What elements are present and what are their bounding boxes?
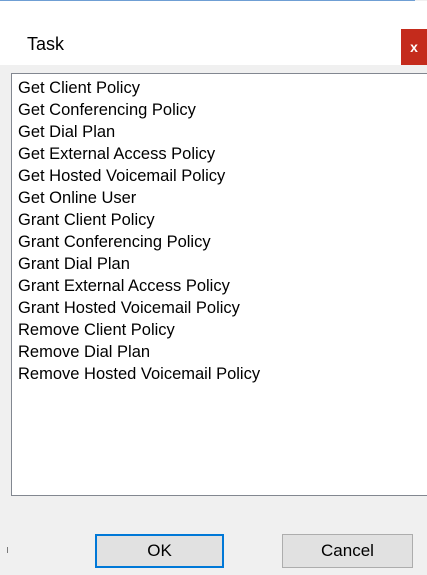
list-item[interactable]: Remove Client Policy <box>18 319 175 341</box>
list-item[interactable]: Grant Dial Plan <box>18 253 130 275</box>
task-listbox[interactable]: Get Client Policy Get Conferencing Polic… <box>11 73 427 496</box>
list-item[interactable]: Grant Client Policy <box>18 209 155 231</box>
list-item[interactable]: Grant Hosted Voicemail Policy <box>18 297 240 319</box>
list-item[interactable]: Get Dial Plan <box>18 121 115 143</box>
ok-button[interactable]: OK <box>95 534 224 568</box>
window-title: Task <box>27 34 65 54</box>
divider-mark <box>7 547 8 553</box>
task-dialog: Task x Get Client Policy Get Conferencin… <box>0 0 427 575</box>
list-item[interactable]: Get Conferencing Policy <box>18 99 196 121</box>
list-item[interactable]: Remove Hosted Voicemail Policy <box>18 363 260 385</box>
close-icon: x <box>410 39 418 55</box>
list-item[interactable]: Get External Access Policy <box>18 143 215 165</box>
title-bar[interactable]: Task <box>0 1 427 65</box>
list-item[interactable]: Grant Conferencing Policy <box>18 231 211 253</box>
list-item[interactable]: Get Hosted Voicemail Policy <box>18 165 225 187</box>
close-button[interactable]: x <box>401 29 427 65</box>
cancel-button[interactable]: Cancel <box>282 534 413 568</box>
list-item[interactable]: Get Client Policy <box>18 77 140 99</box>
list-item[interactable]: Grant External Access Policy <box>18 275 230 297</box>
list-item[interactable]: Get Online User <box>18 187 136 209</box>
list-item[interactable]: Remove Dial Plan <box>18 341 150 363</box>
